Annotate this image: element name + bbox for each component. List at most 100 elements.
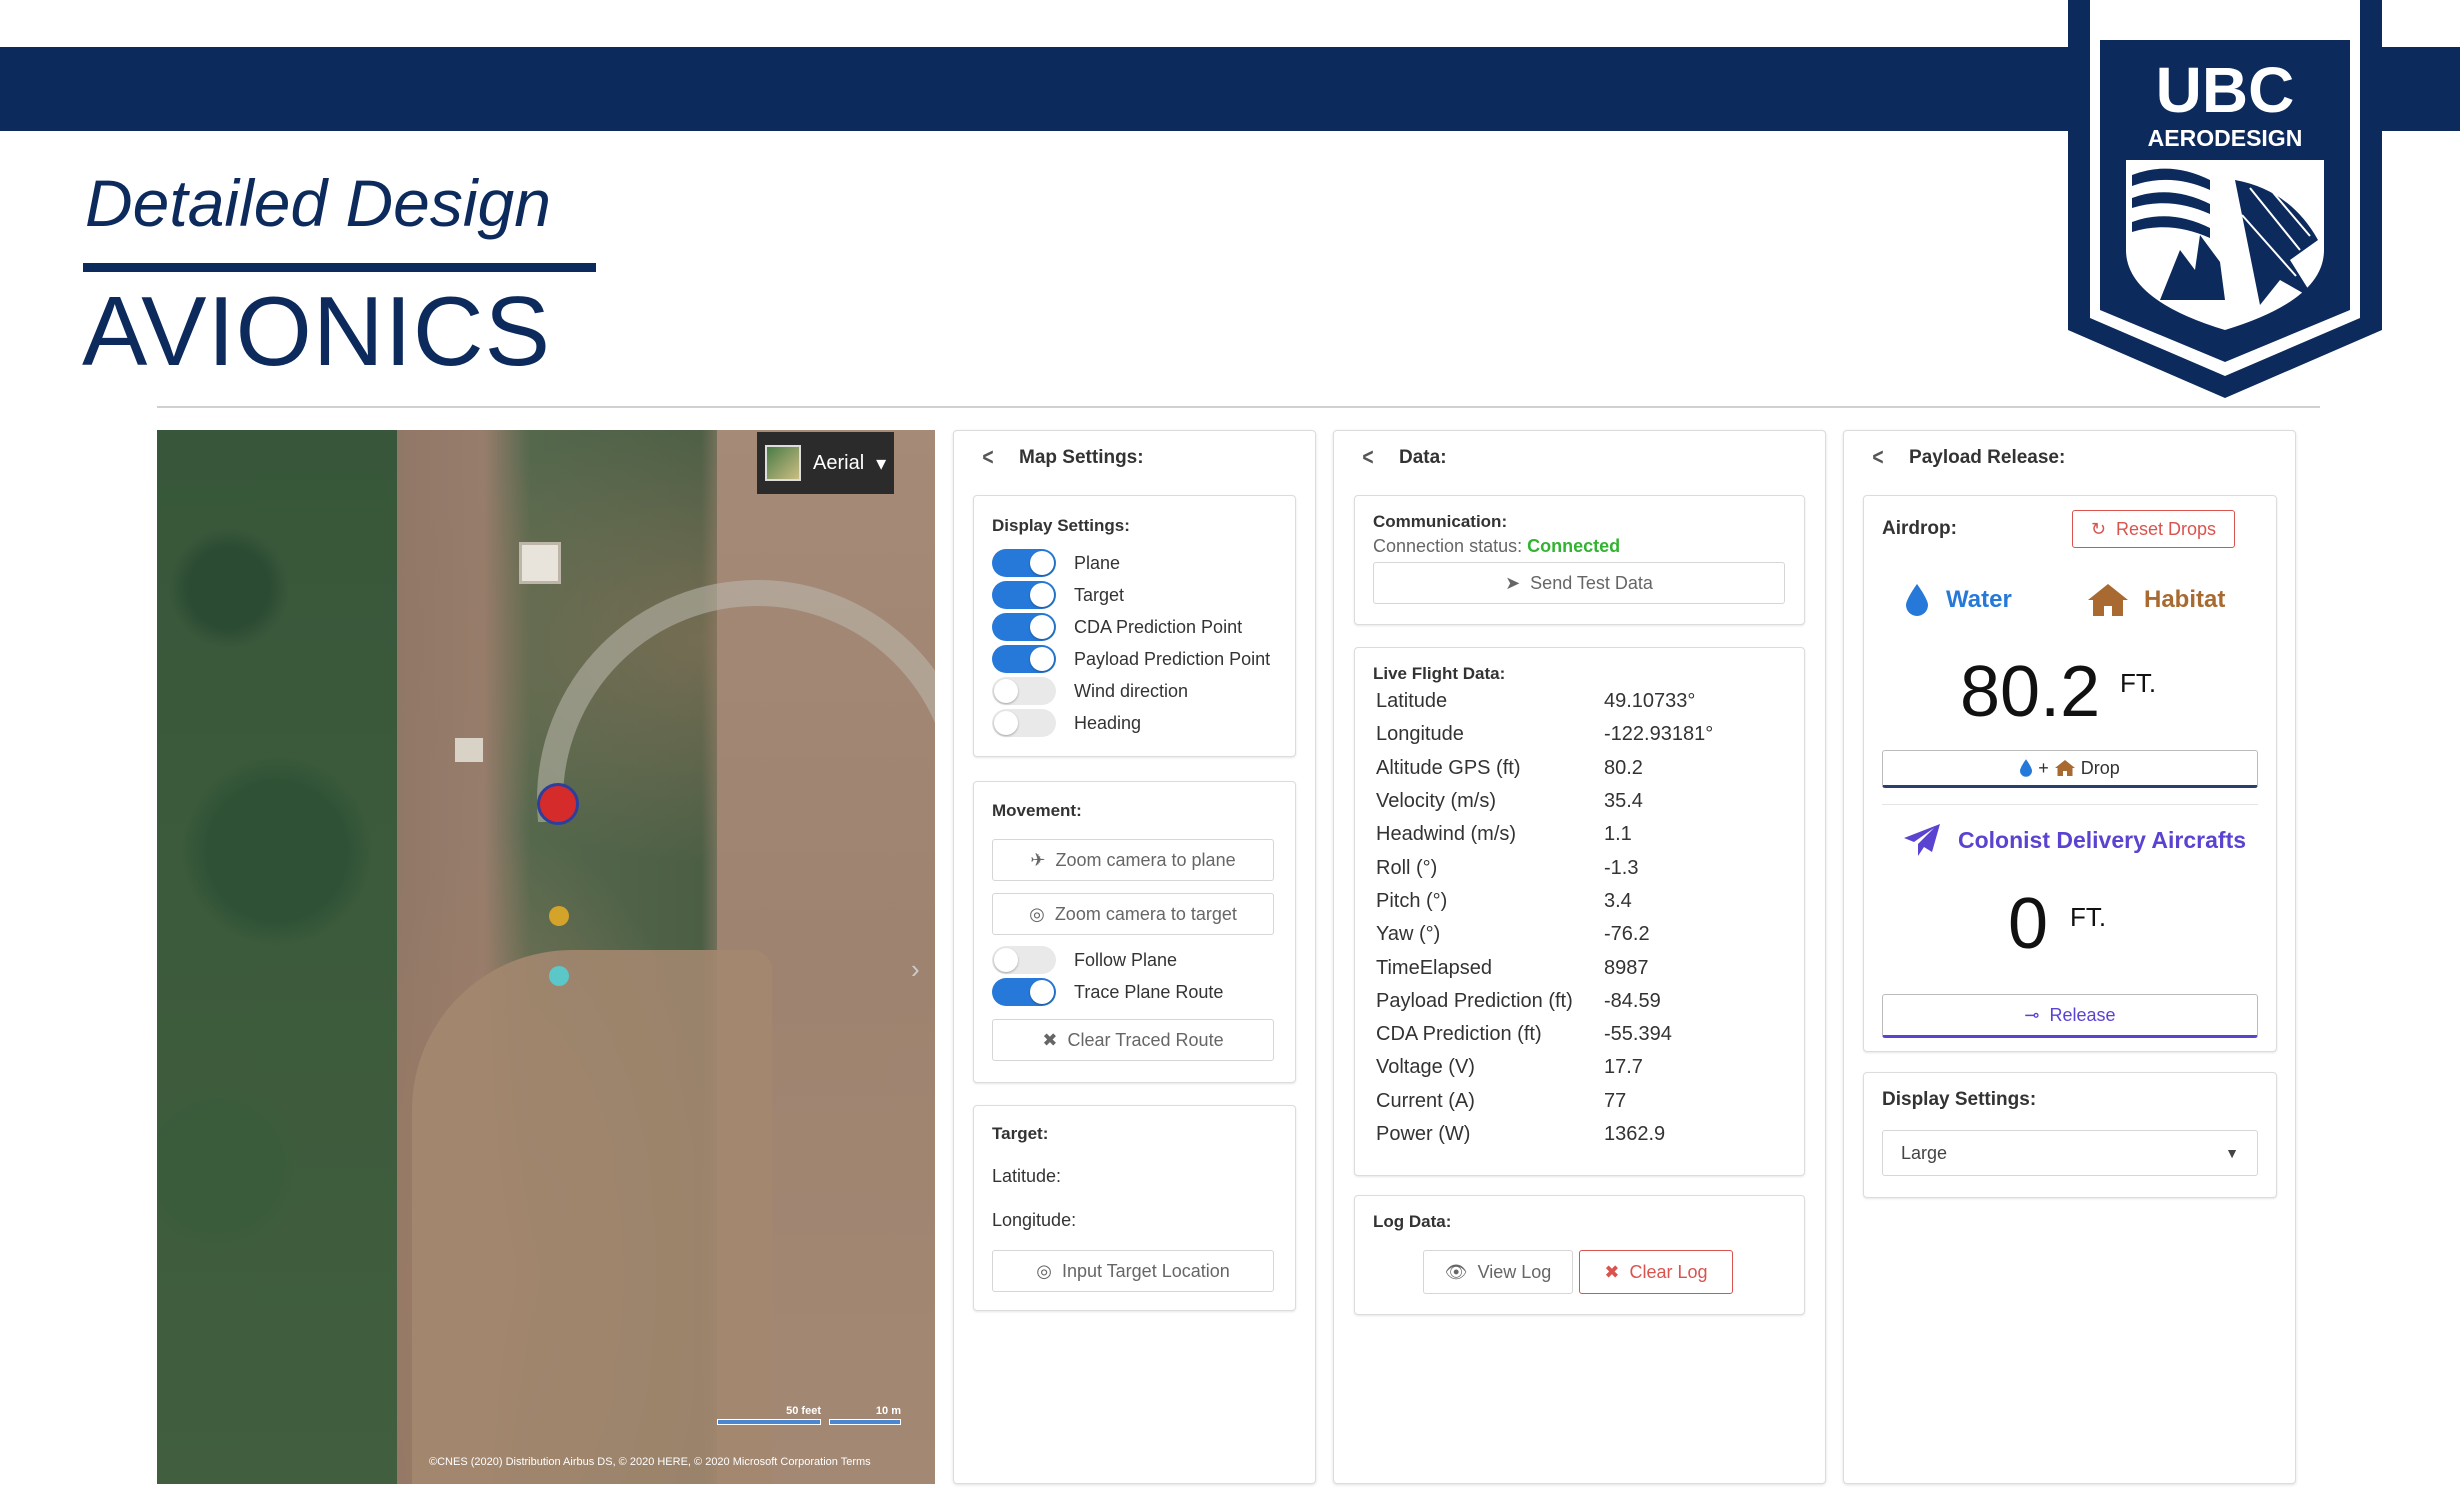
toggle-switch[interactable]	[992, 677, 1056, 705]
log-data-card: Log Data: 👁 View Log ✖ Clear Log	[1354, 1195, 1805, 1315]
flight-data-table: Latitude 49.10733° Longitude -122.93181° A…	[1376, 685, 1713, 1151]
payload-release-title: Payload Release:	[1909, 447, 2066, 468]
table-row: Latitude 49.10733°	[1376, 685, 1713, 718]
display-size-select[interactable]: Large ▼	[1882, 1130, 2258, 1176]
toggle-row-heading[interactable]: Heading	[992, 707, 1270, 739]
table-row: CDA Prediction (ft) -55.394	[1376, 1018, 1713, 1051]
toggle-switch[interactable]	[992, 946, 1056, 974]
toggle-label: Follow Plane	[1074, 949, 1178, 970]
toggle-row-trace-route[interactable]: Trace Plane Route	[992, 976, 1223, 1008]
toggle-label: Trace Plane Route	[1074, 981, 1224, 1002]
table-row: TimeElapsed 8987	[1376, 951, 1713, 984]
chevron-down-icon: ▾	[876, 452, 887, 475]
flight-key: Altitude GPS (ft)	[1376, 756, 1521, 779]
table-row: Headwind (m/s) 1.1	[1376, 818, 1713, 851]
plane-marker[interactable]	[537, 783, 579, 825]
drop-label: Drop	[2080, 757, 2120, 778]
input-target-location-label: Input Target Location	[1061, 1260, 1230, 1281]
clear-log-button[interactable]: ✖ Clear Log	[1579, 1250, 1733, 1294]
toggle-label: Target	[1074, 584, 1125, 605]
zoom-to-plane-label: Zoom camera to plane	[1055, 849, 1236, 870]
logo-text-aerodesign: AERODESIGN	[2148, 125, 2303, 151]
flight-key: Roll (°)	[1376, 856, 1438, 879]
view-log-button[interactable]: 👁 View Log	[1423, 1250, 1573, 1294]
toggle-row-plane[interactable]: Plane	[992, 547, 1270, 579]
flight-key: Power (W)	[1376, 1123, 1471, 1145]
table-row: Current (A) 77	[1376, 1085, 1713, 1118]
close-icon: ✖	[1604, 1261, 1620, 1282]
movement-card: Movement: ✈ Zoom camera to plane ◎ Zoom …	[973, 781, 1296, 1083]
slide-title: AVIONICS	[82, 276, 552, 386]
clear-traced-route-button[interactable]: ✖ Clear Traced Route	[992, 1019, 1274, 1061]
chevron-left-icon[interactable]: <	[1362, 444, 1373, 472]
table-row: Voltage (V) 17.7	[1376, 1051, 1713, 1084]
colonist-delivery-option[interactable]: Colonist Delivery Aircrafts	[1904, 824, 2246, 856]
toggle-row-target[interactable]: Target	[992, 579, 1270, 611]
drop-button[interactable]: + Drop	[1882, 750, 2258, 788]
map-scale: 50 feet 10 m	[717, 1405, 901, 1425]
target-title: Target:	[992, 1124, 1049, 1143]
table-row: Longitude -122.93181°	[1376, 718, 1713, 751]
release-label: Release	[2049, 1004, 2116, 1025]
paper-plane-icon	[1904, 824, 1940, 856]
flight-value: 35.4	[1604, 790, 1643, 813]
flight-value: 80.2	[1604, 756, 1643, 779]
chevron-right-icon[interactable]: ›	[911, 954, 920, 985]
toggle-switch[interactable]	[992, 549, 1056, 577]
flight-value: -122.93181°	[1604, 723, 1714, 746]
toggle-row-cda-prediction[interactable]: CDA Prediction Point	[992, 611, 1270, 643]
clear-traced-route-label: Clear Traced Route	[1067, 1029, 1224, 1050]
live-flight-data-card: Live Flight Data: Latitude 49.10733° Long…	[1354, 647, 1805, 1176]
airdrop-altitude-value: 80.2	[1960, 652, 2101, 732]
toggle-switch[interactable]	[992, 613, 1056, 641]
display-toggle-list: Plane Target CDA Prediction Point Payloa…	[992, 547, 1270, 739]
flight-value: 49.10733°	[1604, 690, 1696, 713]
chevron-left-icon[interactable]: <	[1872, 444, 1883, 472]
toggle-row-payload-prediction[interactable]: Payload Prediction Point	[992, 643, 1270, 675]
send-test-data-button[interactable]: ➤ Send Test Data	[1373, 562, 1785, 604]
map-settings-header[interactable]: < Map Settings:	[954, 431, 1315, 485]
data-header[interactable]: < Data:	[1334, 431, 1825, 485]
airdrop-altitude-unit: FT.	[2120, 668, 2157, 698]
target-latitude-label: Latitude:	[992, 1166, 1062, 1186]
toggle-switch[interactable]	[992, 581, 1056, 609]
map-building-small	[455, 738, 483, 762]
satellite-map[interactable]: Aerial ▾ › 50 feet 10 m ©CNES (2020) Dis…	[157, 430, 935, 1484]
view-log-label: View Log	[1477, 1261, 1552, 1282]
payload-prediction-marker[interactable]	[549, 966, 569, 986]
flight-key: TimeElapsed	[1376, 956, 1492, 979]
zoom-to-target-button[interactable]: ◎ Zoom camera to target	[992, 893, 1274, 935]
cda-prediction-marker[interactable]	[549, 906, 569, 926]
release-button[interactable]: ⊸ Release	[1882, 994, 2258, 1038]
reset-drops-label: Reset Drops	[2116, 518, 2217, 539]
input-target-location-button[interactable]: ◎ Input Target Location	[992, 1250, 1274, 1292]
close-icon: ✖	[1042, 1029, 1058, 1050]
send-icon: ➤	[1505, 572, 1521, 593]
toggle-row-follow-plane[interactable]: Follow Plane	[992, 944, 1177, 976]
house-icon	[2088, 584, 2128, 616]
payload-release-header[interactable]: < Payload Release:	[1844, 431, 2295, 485]
movement-title: Movement:	[992, 801, 1082, 820]
toggle-row-wind-direction[interactable]: Wind direction	[992, 675, 1270, 707]
habitat-option[interactable]: Habitat	[2088, 584, 2225, 616]
scale-feet-label: 50 feet	[786, 1405, 821, 1417]
flight-value: -76.2	[1604, 923, 1650, 946]
target-icon: ◎	[1029, 903, 1045, 924]
flight-value: -1.3	[1604, 856, 1639, 879]
title-underline	[83, 263, 596, 272]
display-settings-card: Display Settings: Plane Target CDA Predi…	[973, 495, 1296, 757]
water-option[interactable]: Water	[1906, 584, 2012, 616]
chevron-left-icon[interactable]: <	[982, 444, 993, 472]
toggle-label: Wind direction	[1074, 680, 1189, 701]
data-title: Data:	[1399, 447, 1447, 468]
map-layer-selector[interactable]: Aerial ▾	[757, 432, 894, 494]
colonist-delivery-label: Colonist Delivery Aircrafts	[1958, 826, 2247, 853]
target-card: Target: Latitude: Longitude: ◎ Input Tar…	[973, 1105, 1296, 1311]
zoom-to-plane-button[interactable]: ✈ Zoom camera to plane	[992, 839, 1274, 881]
toggle-switch[interactable]	[992, 709, 1056, 737]
eye-icon: 👁	[1444, 1261, 1468, 1282]
toggle-switch[interactable]	[992, 645, 1056, 673]
map-layer-label: Aerial	[813, 451, 865, 474]
toggle-switch[interactable]	[992, 978, 1056, 1006]
reset-drops-button[interactable]: ↻ Reset Drops	[2072, 510, 2235, 548]
